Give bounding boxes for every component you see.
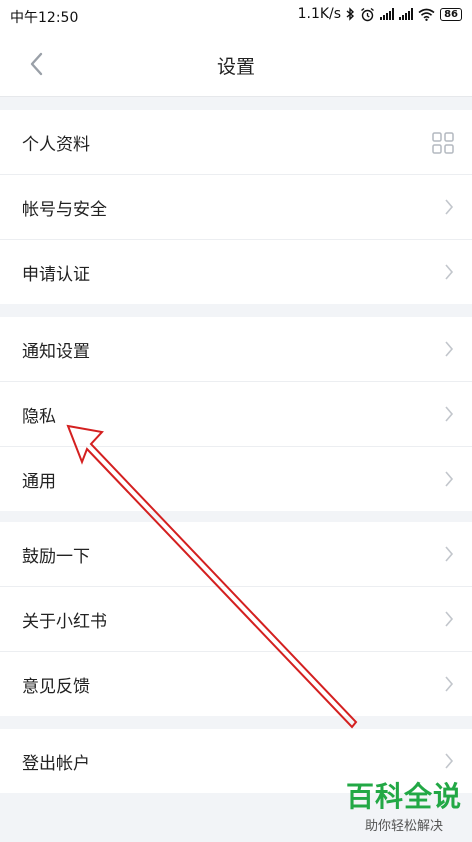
qr-code-icon[interactable] xyxy=(432,132,454,154)
setting-label: 关于小红书 xyxy=(22,612,107,632)
network-speed: 1.1K/s xyxy=(297,6,342,22)
setting-label: 登出帐户 xyxy=(22,754,90,774)
setting-privacy[interactable]: 隐私 xyxy=(0,382,472,447)
chevron-right-icon xyxy=(445,676,454,692)
status-bar: 中午12:50 1.1K/s 86 xyxy=(0,0,472,32)
setting-feedback[interactable]: 意见反馈 xyxy=(0,652,472,716)
setting-profile[interactable]: 个人资料 xyxy=(0,110,472,175)
settings-group-about: 鼓励一下 关于小红书 意见反馈 xyxy=(0,522,472,716)
setting-account-security[interactable]: 帐号与安全 xyxy=(0,175,472,240)
chevron-right-icon xyxy=(445,199,454,215)
chevron-right-icon xyxy=(445,611,454,627)
setting-apply-verification[interactable]: 申请认证 xyxy=(0,240,472,304)
chevron-right-icon xyxy=(445,406,454,422)
nav-bar: 设置 xyxy=(0,32,472,97)
setting-notifications[interactable]: 通知设置 xyxy=(0,317,472,382)
chevron-right-icon xyxy=(445,546,454,562)
setting-label: 申请认证 xyxy=(22,265,90,285)
chevron-right-icon xyxy=(445,753,454,769)
watermark-title: 百科全说 xyxy=(345,780,462,813)
settings-group-general: 通知设置 隐私 通用 xyxy=(0,317,472,511)
chevron-right-icon xyxy=(445,471,454,487)
setting-label: 通知设置 xyxy=(22,342,90,362)
watermark: 百科全说 助你轻松解决 xyxy=(342,780,466,835)
setting-label: 帐号与安全 xyxy=(22,200,107,220)
battery-icon: 86 xyxy=(440,7,462,21)
setting-label: 通用 xyxy=(22,472,56,492)
bluetooth-icon xyxy=(346,7,355,21)
wifi-icon xyxy=(418,8,435,21)
setting-encourage[interactable]: 鼓励一下 xyxy=(0,522,472,587)
signal-icon xyxy=(380,8,395,20)
setting-label: 鼓励一下 xyxy=(22,547,90,567)
setting-label: 隐私 xyxy=(22,407,56,427)
alarm-icon xyxy=(361,7,375,21)
settings-group-profile: 个人资料 帐号与安全 申请认证 xyxy=(0,110,472,304)
setting-label: 意见反馈 xyxy=(22,677,90,697)
watermark-subtitle: 助你轻松解决 xyxy=(364,819,443,834)
chevron-right-icon xyxy=(445,341,454,357)
page-title: 设置 xyxy=(216,56,255,78)
setting-general[interactable]: 通用 xyxy=(0,447,472,511)
status-time: 中午12:50 xyxy=(10,10,79,26)
chevron-right-icon xyxy=(445,264,454,280)
setting-about[interactable]: 关于小红书 xyxy=(0,587,472,652)
setting-label: 个人资料 xyxy=(22,135,90,155)
signal-icon xyxy=(399,8,414,20)
